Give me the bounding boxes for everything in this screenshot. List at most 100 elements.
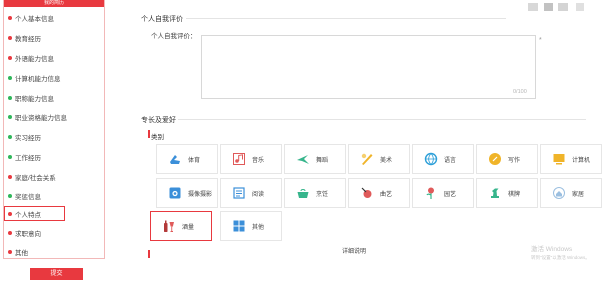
sidebar-item-internship[interactable]: 实习经历: [8, 130, 100, 143]
status-dot-icon: [8, 35, 12, 40]
tile-label: 体育: [188, 157, 201, 164]
status-dot-icon: [8, 95, 12, 100]
tile-label: 其他: [252, 224, 265, 231]
tile-reading[interactable]: 阅读: [220, 178, 282, 208]
tile-opera[interactable]: 曲艺: [348, 178, 410, 208]
tile-label: 舞蹈: [316, 157, 329, 164]
sidebar-item-foreign-language[interactable]: 外语能力信息: [8, 51, 100, 64]
sidebar-item-basic-info[interactable]: 个人基本信息: [8, 11, 100, 24]
tile-chess[interactable]: 棋牌: [476, 178, 538, 208]
reading-icon: [233, 187, 245, 199]
sidebar-item-label: 职业资格能力信息: [15, 114, 67, 122]
sidebar-item-job-intention[interactable]: 求职意向: [8, 226, 100, 239]
tile-label: 音乐: [252, 157, 265, 164]
music-icon: [233, 153, 245, 165]
tile-home[interactable]: 家居: [540, 178, 602, 208]
sidebar-item-education[interactable]: 教育经历: [8, 31, 100, 44]
cooking-icon: [297, 189, 309, 198]
sidebar-item-label: 实习经历: [15, 134, 41, 142]
tile-label: 烹饪: [316, 191, 329, 198]
self-evaluation-textarea[interactable]: [201, 35, 536, 99]
self-evaluation-label: 个人自我评价：: [151, 33, 197, 40]
status-dot-icon: [8, 55, 12, 60]
sidebar-item-label: 职称能力信息: [15, 95, 54, 103]
chess-icon: [491, 188, 499, 198]
status-dot-icon: [8, 75, 12, 80]
sidebar-item-personal-traits[interactable]: 个人特点: [4, 206, 65, 221]
writing-icon: [489, 153, 501, 165]
tile-music[interactable]: 音乐: [220, 144, 282, 174]
tile-gardening[interactable]: 园艺: [412, 178, 474, 208]
sidebar-header: 我的简历: [4, 0, 104, 7]
tile-label: 家居: [572, 191, 585, 198]
tile-writing[interactable]: 写作: [476, 144, 538, 174]
sidebar-item-label: 个人基本信息: [15, 15, 54, 23]
tile-photography[interactable]: 摄像摄影: [156, 178, 218, 208]
sidebar-item-label: 个人特点: [15, 211, 41, 219]
computer-icon: [553, 154, 565, 165]
watermark-title: 激活 Windows: [531, 246, 573, 253]
tile-label: 摄像摄影: [188, 191, 213, 198]
status-dot-icon: [8, 211, 12, 216]
detail-label: 详细说明: [342, 249, 367, 255]
tile-label: 园艺: [444, 191, 457, 198]
status-dot-icon: [8, 249, 12, 254]
watermark-subtitle: 转到"设置"以激活 Windows。: [531, 255, 590, 260]
sidebar-item-label: 计算机能力信息: [15, 75, 61, 83]
sidebar-item-computer-skills[interactable]: 计算机能力信息: [8, 71, 100, 84]
tile-language[interactable]: 语言: [412, 144, 474, 174]
hobbies-section-title: 专长及爱好: [141, 117, 176, 124]
status-dot-icon: [8, 230, 12, 235]
category-label: 类别: [151, 134, 164, 141]
sidebar-item-label: 求职意向: [15, 230, 41, 238]
category-marker: [148, 130, 150, 138]
language-icon: [424, 152, 438, 166]
tile-label: 阅读: [252, 191, 265, 198]
tile-dance[interactable]: 舞蹈: [284, 144, 346, 174]
status-dot-icon: [8, 114, 12, 119]
sidebar-item-qualification[interactable]: 职业资格能力信息: [8, 110, 100, 123]
self-evaluation-section-title: 个人自我评价: [141, 16, 183, 23]
tile-computer[interactable]: 计算机: [540, 144, 602, 174]
blurred-area: [520, 0, 609, 20]
submit-button[interactable]: 提交: [30, 268, 83, 280]
status-dot-icon: [8, 193, 12, 198]
sidebar-item-label: 奖惩信息: [15, 193, 41, 201]
sidebar-item-label: 工作经历: [15, 154, 41, 162]
wine-icon: [164, 220, 174, 232]
sidebar-item-label: 教育经历: [15, 35, 41, 43]
opera-icon: [361, 187, 372, 198]
sidebar-item-work[interactable]: 工作经历: [8, 150, 100, 163]
char-count: 0/100: [513, 89, 527, 95]
sidebar-item-label: 其他: [15, 249, 28, 257]
sidebar-item-awards[interactable]: 奖惩信息: [8, 189, 100, 202]
tile-art[interactable]: 美术: [348, 144, 410, 174]
status-dot-icon: [8, 174, 12, 179]
dance-icon: [297, 155, 309, 164]
sidebar-item-family[interactable]: 家庭/社会关系: [8, 170, 100, 183]
tile-sports[interactable]: 体育: [156, 144, 218, 174]
sidebar-item-label: 外语能力信息: [15, 55, 54, 63]
required-mark: *: [539, 37, 542, 44]
tile-drinking[interactable]: 酒量: [150, 211, 212, 241]
home-icon: [553, 187, 565, 199]
main-content: 个人自我评价 个人自我评价： 0/100 * 专长及爱好 类别 体育 音乐 舞蹈…: [106, 0, 609, 282]
status-dot-icon: [8, 134, 12, 139]
sidebar-item-label: 家庭/社会关系: [15, 174, 56, 182]
tile-cooking[interactable]: 烹饪: [284, 178, 346, 208]
tile-label: 计算机: [572, 157, 591, 164]
tile-other[interactable]: 其他: [220, 211, 282, 241]
status-dot-icon: [8, 15, 12, 20]
sports-icon: [170, 155, 180, 164]
section-divider: [178, 119, 586, 120]
sidebar: 我的简历 个人基本信息 教育经历 外语能力信息 计算机能力信息 职称能力信息 职…: [0, 0, 106, 282]
tile-label: 曲艺: [380, 191, 393, 198]
art-icon: [361, 153, 373, 165]
windows-activation-watermark: 激活 Windows 转到"设置"以激活 Windows。: [531, 246, 590, 262]
tile-label: 写作: [508, 157, 521, 164]
sidebar-item-title[interactable]: 职称能力信息: [8, 91, 100, 104]
sidebar-item-other[interactable]: 其他: [8, 245, 100, 258]
camera-icon: [169, 187, 181, 199]
tile-label: 酒量: [182, 224, 195, 231]
tile-label: 棋牌: [508, 191, 521, 198]
